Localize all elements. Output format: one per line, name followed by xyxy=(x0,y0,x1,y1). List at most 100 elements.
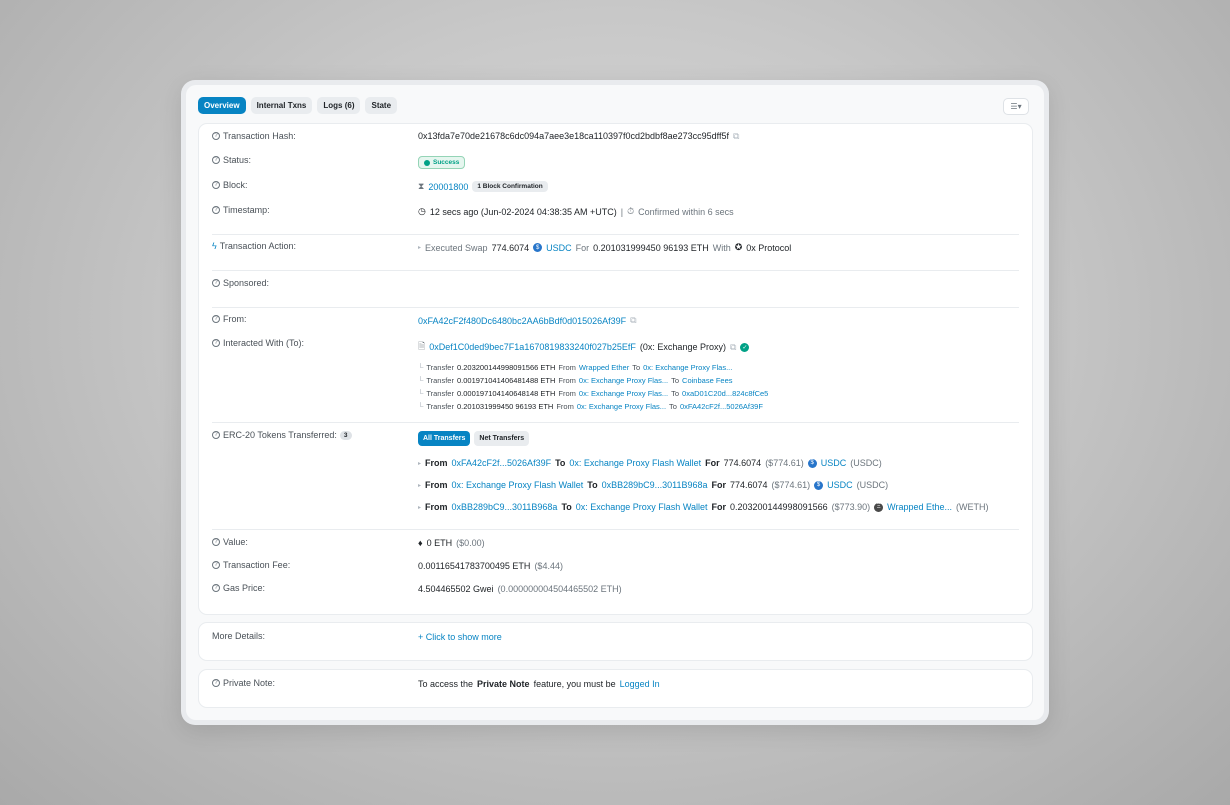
divider xyxy=(212,270,1019,271)
erc20-from-link[interactable]: 0xFA42cF2f...5026Af39F xyxy=(452,458,552,468)
divider xyxy=(212,529,1019,530)
action-protocol: 0x Protocol xyxy=(746,242,792,253)
question-icon: ? xyxy=(212,561,220,569)
erc20-token-link[interactable]: USDC xyxy=(827,480,853,490)
question-icon: ? xyxy=(212,339,220,347)
divider xyxy=(212,422,1019,423)
internal-transfer-row: └ Transfer 0.000197104140648148 ETH From… xyxy=(418,389,769,398)
divider xyxy=(212,234,1019,235)
transfer-to-link[interactable]: Coinbase Fees xyxy=(682,376,732,385)
private-note-card: ? Private Note: To access the Private Not… xyxy=(198,669,1033,708)
lightning-icon: ϟ xyxy=(212,241,217,251)
copy-icon[interactable]: ⧉ xyxy=(630,315,636,326)
tree-branch-icon: └ xyxy=(418,363,424,372)
action-with-word: With xyxy=(712,242,731,253)
view-toggle-button[interactable]: ☰▾ xyxy=(1003,98,1029,115)
login-link[interactable]: Logged In xyxy=(620,679,660,689)
erc20-token-link[interactable]: USDC xyxy=(821,458,847,468)
copy-icon[interactable]: ⧉ xyxy=(733,131,739,142)
question-icon: ? xyxy=(212,538,220,546)
erc20-to-link[interactable]: 0x: Exchange Proxy Flash Wallet xyxy=(576,502,708,512)
fee-label: Transaction Fee: xyxy=(223,560,291,570)
question-icon: ? xyxy=(212,431,220,439)
note-text-bold: Private Note xyxy=(477,679,530,689)
question-icon: ? xyxy=(212,206,220,214)
action-prefix: Executed Swap xyxy=(425,242,488,253)
tab-overview[interactable]: Overview xyxy=(198,97,246,114)
sponsored-label: Sponsored: xyxy=(223,278,270,288)
question-icon: ? xyxy=(212,584,220,592)
usdc-icon: $ xyxy=(814,480,824,490)
transfer-from-link[interactable]: Wrapped Ether xyxy=(579,363,629,372)
value-amount: 0 ETH xyxy=(426,538,453,548)
transfer-from-link[interactable]: 0x: Exchange Proxy Flas... xyxy=(577,402,666,411)
clock-icon: ◷ xyxy=(418,206,426,216)
tree-branch-icon: └ xyxy=(418,376,424,385)
eth-icon: ♦ xyxy=(418,538,423,548)
gas-label: Gas Price: xyxy=(223,583,266,593)
erc20-to-link[interactable]: 0x: Exchange Proxy Flash Wallet xyxy=(569,458,701,468)
tab-bar: Overview Internal Txns Logs (6) State xyxy=(198,97,398,114)
gas-eth: (0.000000004504465502 ETH) xyxy=(497,584,622,594)
caret-right-icon: ▸ xyxy=(418,245,422,251)
show-more-link[interactable]: + Click to show more xyxy=(418,632,502,642)
interacted-address-link[interactable]: 0xDef1C0ded9bec7F1a1670819833240f027b25E… xyxy=(429,342,636,352)
net-transfers-tab[interactable]: Net Transfers xyxy=(474,431,530,446)
erc20-label: ERC-20 Tokens Transferred: xyxy=(223,430,337,440)
note-text-prefix: To access the xyxy=(418,679,474,689)
value-usd: ($0.00) xyxy=(456,538,485,548)
action-for-word: For xyxy=(575,242,590,253)
caret-right-icon: ▸ xyxy=(418,504,422,511)
erc20-from-link[interactable]: 0x: Exchange Proxy Flash Wallet xyxy=(452,480,584,490)
transfer-to-link[interactable]: 0xaD01C20d...824c8fCe5 xyxy=(682,389,768,398)
more-details-label: More Details: xyxy=(212,631,266,641)
hourglass-icon: ⧗ xyxy=(418,181,425,191)
tx-hash-value: 0x13fda7e70de21678c6dc094a7aee3e18ca1103… xyxy=(418,131,729,141)
fee-usd: ($4.44) xyxy=(534,561,563,571)
erc20-from-link[interactable]: 0xBB289bC9...3011B968a xyxy=(452,502,558,512)
private-note-label: Private Note: xyxy=(223,678,276,688)
all-transfers-tab[interactable]: All Transfers xyxy=(418,431,471,446)
timestamp-separator: | xyxy=(620,206,624,217)
weth-icon: Ξ xyxy=(874,502,884,512)
question-icon: ? xyxy=(212,315,220,323)
protocol-icon: ✪ xyxy=(734,242,743,252)
action-token-link[interactable]: USDC xyxy=(546,243,572,253)
tab-state[interactable]: State xyxy=(365,97,398,114)
tx-hash-label: Transaction Hash: xyxy=(223,131,296,141)
more-details-card: More Details: + Click to show more xyxy=(198,622,1033,661)
transfer-from-link[interactable]: 0x: Exchange Proxy Flas... xyxy=(579,389,668,398)
status-badge: Success xyxy=(418,156,466,169)
transfer-from-link[interactable]: 0x: Exchange Proxy Flas... xyxy=(579,376,668,385)
transaction-window: Overview Internal Txns Logs (6) State ☰▾… xyxy=(186,85,1044,720)
copy-icon[interactable]: ⧉ xyxy=(730,342,736,353)
status-label: Status: xyxy=(223,155,252,165)
question-icon: ? xyxy=(212,279,220,287)
erc20-token-link[interactable]: Wrapped Ethe... xyxy=(887,502,952,512)
erc20-to-link[interactable]: 0xBB289bC9...3011B968a xyxy=(602,480,708,490)
action-amount: 774.6074 xyxy=(491,242,530,253)
note-text-mid: feature, you must be xyxy=(533,679,616,689)
tab-logs[interactable]: Logs (6) xyxy=(317,97,361,114)
tree-branch-icon: └ xyxy=(418,389,424,398)
block-label: Block: xyxy=(223,180,248,190)
from-label: From: xyxy=(223,314,247,324)
confirmed-time: Confirmed within 6 secs xyxy=(638,206,734,217)
question-icon: ? xyxy=(212,156,220,164)
transfer-to-link[interactable]: 0x: Exchange Proxy Flas... xyxy=(643,363,732,372)
check-circle-icon xyxy=(424,159,430,166)
transaction-details-card: ? Transaction Hash: 0x13fda7e70de21678c6d… xyxy=(198,123,1033,615)
internal-transfer-row: └ Transfer 0.203200144998091566 ETH From… xyxy=(418,363,733,372)
list-chevron-icon: ☰▾ xyxy=(1010,102,1022,111)
block-link[interactable]: 20001800 xyxy=(428,182,468,192)
tx-action-label: Transaction Action: xyxy=(219,241,296,251)
browser-frame: Overview Internal Txns Logs (6) State ☰▾… xyxy=(181,80,1049,725)
erc20-count-badge: 3 xyxy=(339,430,352,440)
internal-transfer-row: └ Transfer 0.001971041406481488 ETH From… xyxy=(418,376,733,385)
fee-amount: 0.00116541783700495 ETH xyxy=(418,561,531,571)
transfer-to-link[interactable]: 0xFA42cF2f...5026Af39F xyxy=(680,402,763,411)
tab-internal-txns[interactable]: Internal Txns xyxy=(250,97,313,114)
value-label: Value: xyxy=(223,537,248,547)
from-address-link[interactable]: 0xFA42cF2f480Dc6480bc2AA6bBdf0d015026Af3… xyxy=(418,316,626,326)
contract-file-icon: 🗎 xyxy=(418,341,426,351)
